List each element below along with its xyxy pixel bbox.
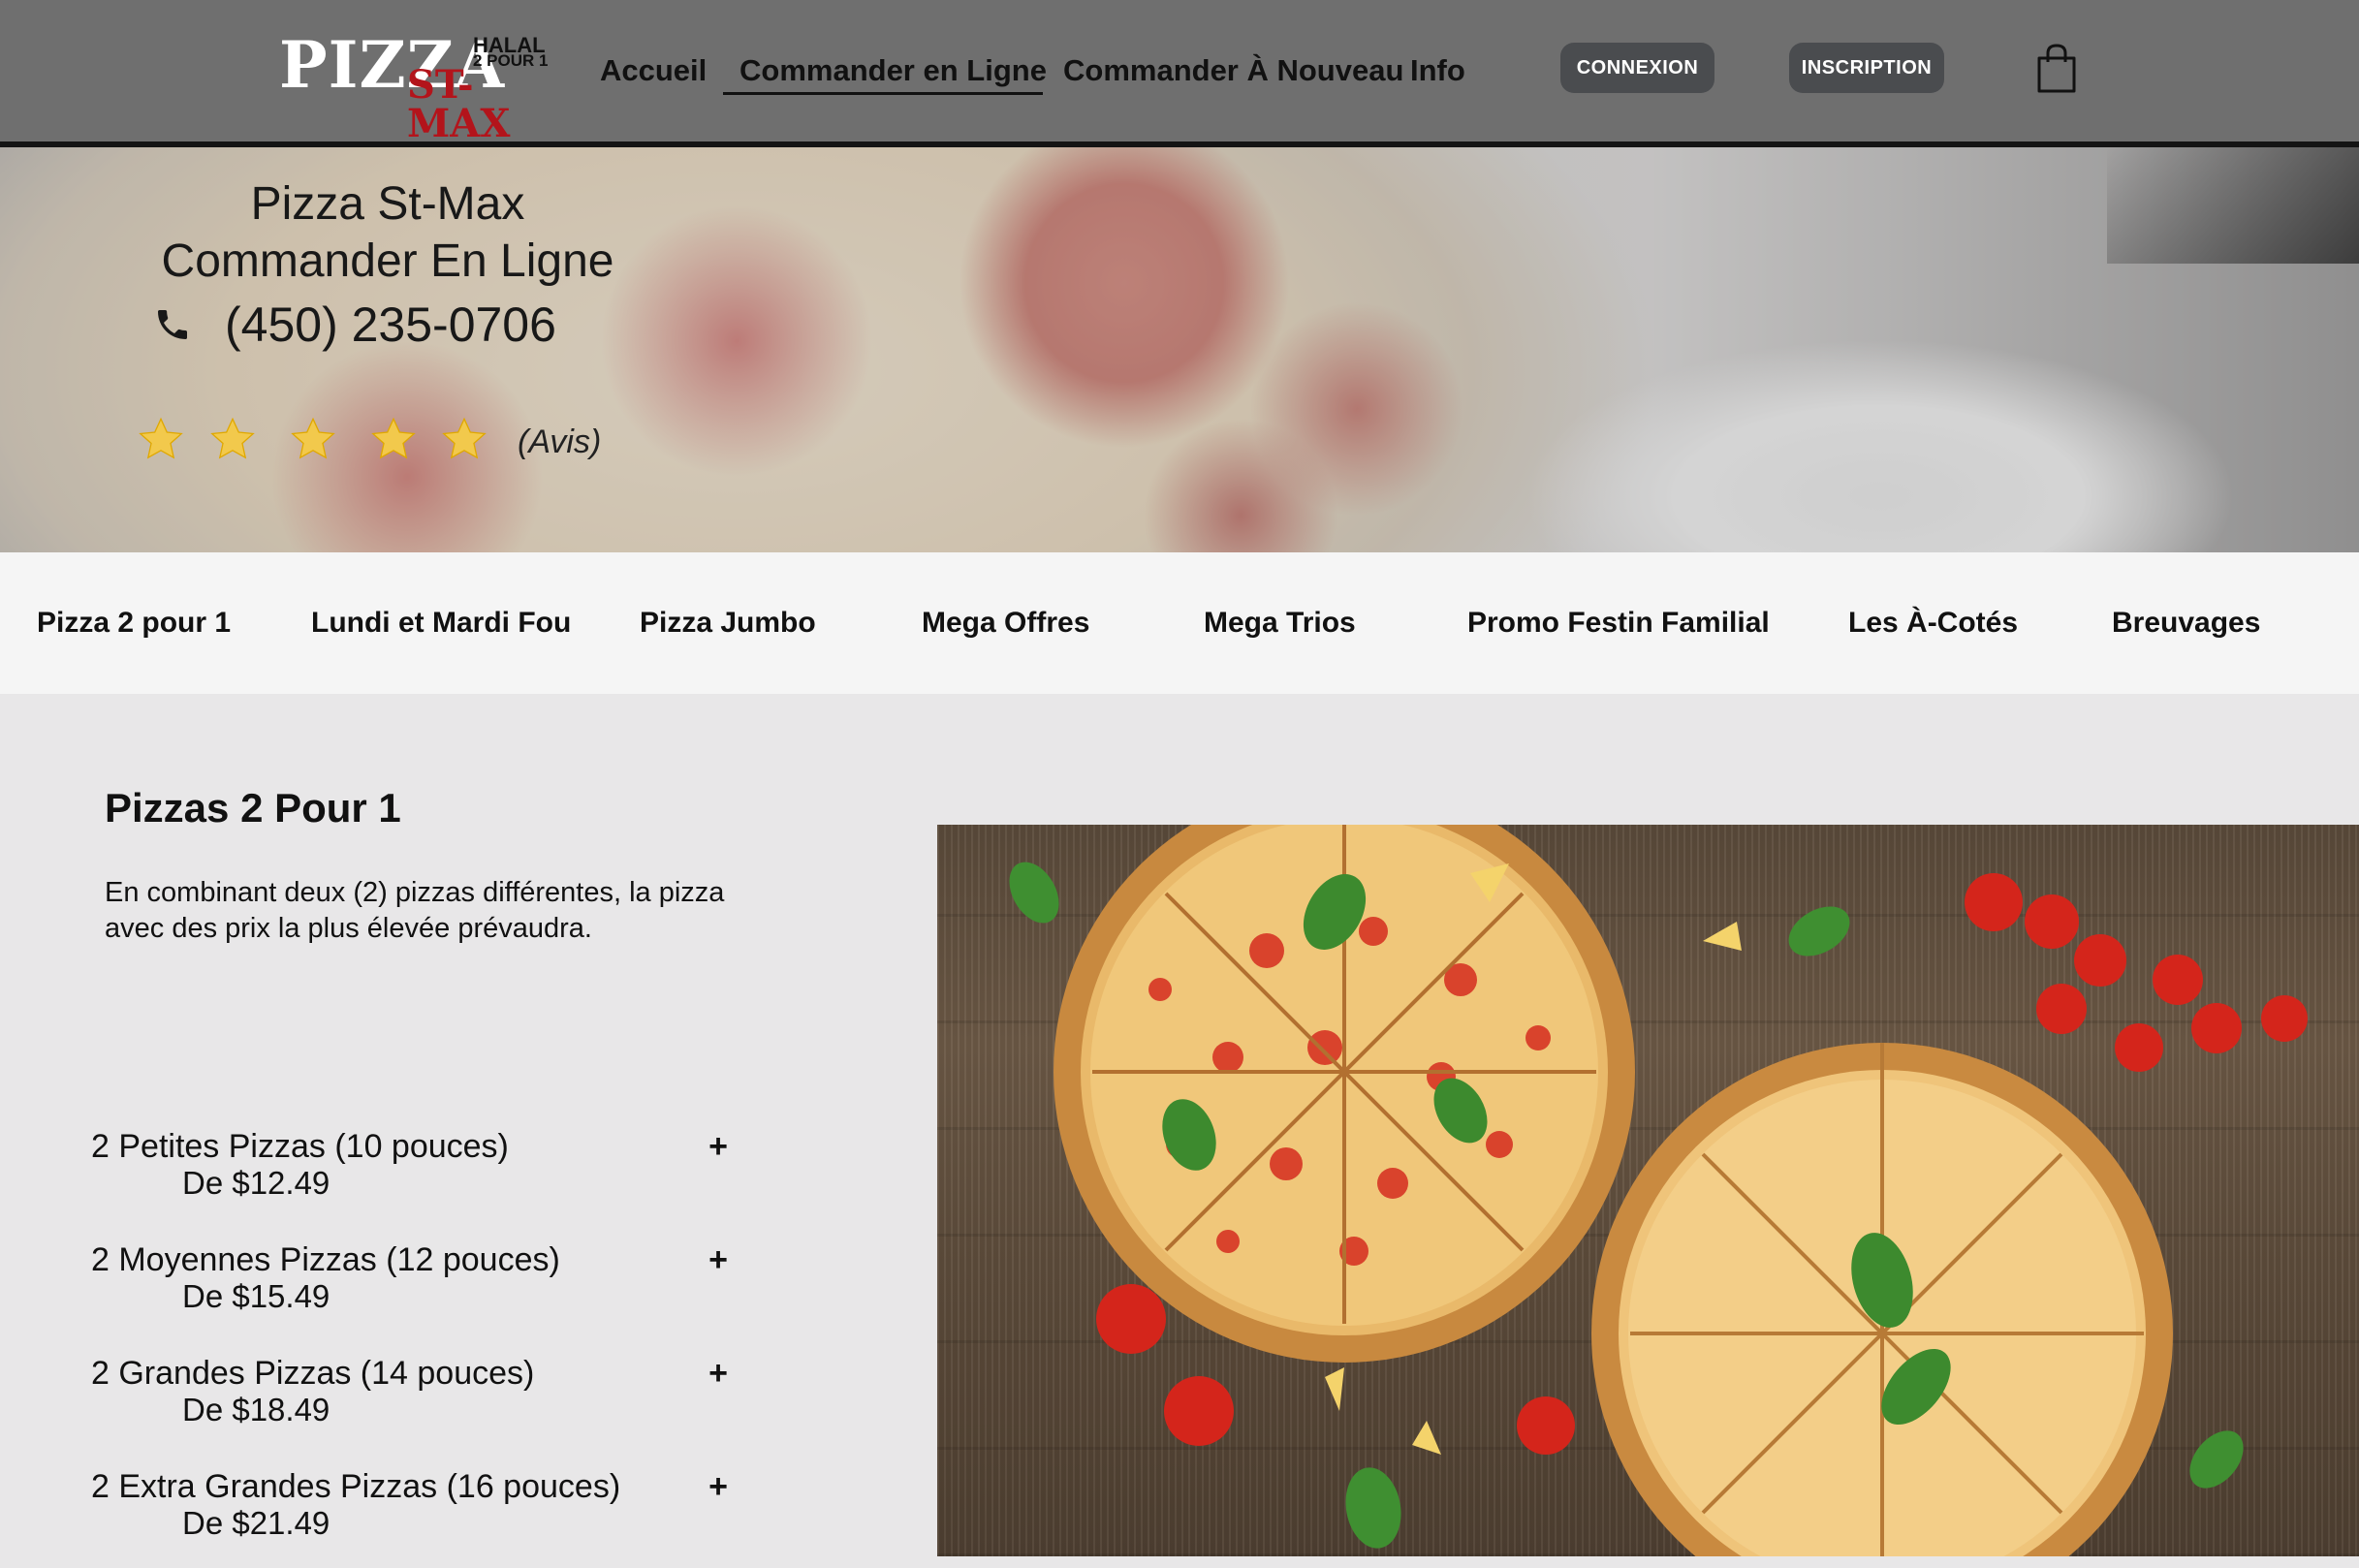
item-price: De $21.49 — [182, 1505, 330, 1541]
logo-name: ST-MAX — [407, 62, 511, 146]
phone-icon — [153, 305, 192, 344]
shopping-bag-icon[interactable] — [2035, 43, 2078, 95]
hero-shadow — [2107, 147, 2359, 264]
pizza-photo — [937, 825, 2359, 1556]
nav-accueil[interactable]: Accueil — [600, 53, 707, 88]
item-price: De $18.49 — [182, 1392, 330, 1427]
category-mega-trios[interactable]: Mega Trios — [1204, 552, 1356, 694]
menu-item[interactable]: 2 Moyennes Pizzas (12 pouces) De $15.49 … — [91, 1241, 731, 1329]
nav-info[interactable]: Info — [1410, 53, 1465, 88]
item-name: 2 Moyennes Pizzas (12 pouces) — [91, 1241, 560, 1278]
add-item-button[interactable]: + — [704, 1355, 733, 1393]
category-promo-festin-familial[interactable]: Promo Festin Familial — [1467, 552, 1770, 694]
star-icon — [210, 417, 255, 459]
phone-number[interactable]: (450) 235-0706 — [153, 296, 556, 354]
category-mega-offres[interactable]: Mega Offres — [922, 552, 1089, 694]
pizza-st-max-logo[interactable]: PIZZA HALAL 2 POUR 1 ST-MAX — [279, 33, 550, 143]
section-description: En combinant deux (2) pizzas différentes… — [105, 877, 725, 944]
nav-commander-en-ligne[interactable]: Commander en Ligne — [739, 53, 1047, 88]
nav-active-indicator — [723, 92, 1043, 95]
star-icon — [442, 417, 487, 459]
site-header: PIZZA HALAL 2 POUR 1 ST-MAX Accueil Comm… — [0, 0, 2359, 147]
hero-title-line2: Commander En Ligne — [161, 235, 614, 287]
category-pizza-2-pour-1[interactable]: Pizza 2 pour 1 — [37, 552, 231, 694]
category-pizza-jumbo[interactable]: Pizza Jumbo — [640, 552, 816, 694]
pizza-illustration — [1009, 825, 2308, 1556]
star-icon — [139, 417, 183, 459]
phone-text: (450) 235-0706 — [225, 298, 556, 352]
item-name: 2 Petites Pizzas (10 pouces) — [91, 1128, 509, 1165]
nav-commander-a-nouveau[interactable]: Commander À Nouveau — [1063, 53, 1403, 88]
menu-section: Pizzas 2 Pour 1 En combinant deux (2) pi… — [0, 694, 2359, 1568]
section-title: Pizzas 2 Pour 1 — [105, 785, 401, 831]
menu-item[interactable]: 2 Petites Pizzas (10 pouces) De $12.49 + — [91, 1128, 731, 1215]
category-breuvages[interactable]: Breuvages — [2112, 552, 2260, 694]
item-price: De $12.49 — [182, 1165, 330, 1201]
signup-button[interactable]: INSCRIPTION — [1789, 43, 1944, 93]
star-icon — [371, 417, 416, 459]
hero-banner: Pizza St-Max Commander En Ligne (450) 23… — [0, 147, 2359, 552]
star-icon — [291, 417, 335, 459]
add-item-button[interactable]: + — [704, 1468, 733, 1506]
category-bar: Pizza 2 pour 1 Lundi et Mardi Fou Pizza … — [0, 552, 2359, 694]
reviews-link[interactable]: (Avis) — [518, 423, 601, 461]
category-lundi-mardi-fou[interactable]: Lundi et Mardi Fou — [311, 552, 571, 694]
login-button[interactable]: CONNEXION — [1560, 43, 1714, 93]
category-les-a-cotes[interactable]: Les À-Cotés — [1848, 552, 2018, 694]
add-item-button[interactable]: + — [704, 1241, 733, 1279]
menu-item[interactable]: 2 Grandes Pizzas (14 pouces) De $18.49 + — [91, 1355, 731, 1442]
item-price: De $15.49 — [182, 1278, 330, 1314]
item-name: 2 Extra Grandes Pizzas (16 pouces) — [91, 1468, 621, 1505]
menu-item[interactable]: 2 Extra Grandes Pizzas (16 pouces) De $2… — [91, 1468, 731, 1555]
item-name: 2 Grandes Pizzas (14 pouces) — [91, 1355, 535, 1392]
add-item-button[interactable]: + — [704, 1128, 733, 1166]
hero-title-line1: Pizza St-Max — [250, 178, 525, 230]
